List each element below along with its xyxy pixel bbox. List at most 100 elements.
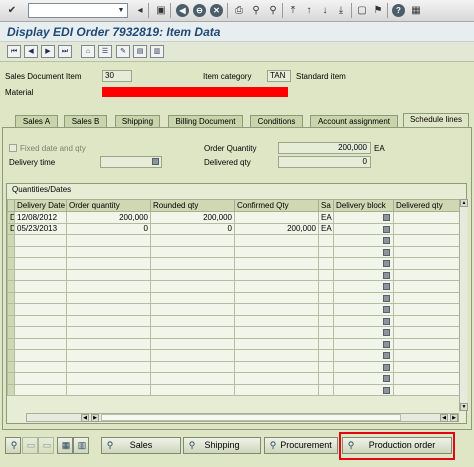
row-selector-cell[interactable] [7, 360, 15, 373]
rounded-qty-cell[interactable] [150, 268, 235, 281]
delivery-date-cell[interactable] [14, 337, 67, 350]
order-quantity-cell[interactable] [66, 383, 151, 396]
column-header-sales-unit[interactable]: Sa [318, 199, 334, 212]
confirmed-qty-cell[interactable]: 200,000 [234, 222, 319, 235]
table-row[interactable] [7, 257, 460, 270]
dropdown-icon[interactable] [383, 329, 390, 336]
sales-unit-cell[interactable] [318, 360, 334, 373]
row-selector-cell[interactable] [7, 349, 15, 362]
delivery-block-cell[interactable] [333, 303, 394, 316]
sales-button[interactable]: ⚲ Sales [101, 437, 181, 454]
select-all-rows-button[interactable]: ▦ [57, 437, 73, 454]
vertical-scrollbar[interactable]: ▲ ▼ [459, 199, 468, 411]
sales-unit-cell[interactable] [318, 257, 334, 270]
rounded-qty-cell[interactable] [150, 245, 235, 258]
row-selector-cell[interactable] [7, 314, 15, 327]
row-selector-cell[interactable] [7, 326, 15, 339]
column-header-rounded-qty[interactable]: Rounded qty [150, 199, 235, 212]
sales-unit-cell[interactable] [318, 372, 334, 385]
confirmed-qty-cell[interactable] [234, 314, 319, 327]
dropdown-icon[interactable] [383, 306, 390, 313]
confirmed-qty-cell[interactable] [234, 234, 319, 247]
table-row[interactable] [7, 303, 460, 316]
print-icon[interactable]: ⎙ [232, 3, 246, 18]
delivery-time-field[interactable] [100, 156, 162, 168]
delivery-date-cell[interactable]: 05/23/2013 [14, 222, 67, 235]
delivered-qty-cell[interactable] [393, 280, 460, 293]
order-quantity-cell[interactable] [66, 314, 151, 327]
delivery-date-cell[interactable] [14, 360, 67, 373]
confirmed-qty-cell[interactable] [234, 211, 319, 224]
table-row[interactable] [7, 234, 460, 247]
row-selector-cell[interactable] [7, 291, 15, 304]
previous-page-icon[interactable]: ↑ [302, 3, 316, 18]
sales-unit-cell[interactable] [318, 280, 334, 293]
select-all-icon[interactable]: ▥ [150, 45, 164, 58]
order-quantity-cell[interactable] [66, 257, 151, 270]
table-row[interactable] [7, 337, 460, 350]
row-selector-cell[interactable] [7, 383, 15, 396]
command-field[interactable]: ▼ [28, 3, 128, 18]
confirmed-qty-cell[interactable] [234, 257, 319, 270]
delivered-qty-cell[interactable] [393, 291, 460, 304]
sales-unit-cell[interactable] [318, 314, 334, 327]
order-quantity-cell[interactable]: 200,000 [66, 211, 151, 224]
delivery-block-cell[interactable] [333, 268, 394, 281]
tab-schedule-lines[interactable]: Schedule lines [403, 113, 469, 127]
delivery-block-cell[interactable] [333, 245, 394, 258]
delivery-date-cell[interactable] [14, 314, 67, 327]
tab-conditions[interactable]: Conditions [250, 115, 303, 127]
rounded-qty-cell[interactable] [150, 337, 235, 350]
sales-unit-cell[interactable] [318, 268, 334, 281]
previous-item-icon[interactable]: ◀ [24, 45, 38, 58]
confirmed-qty-cell[interactable] [234, 326, 319, 339]
table-row[interactable] [7, 383, 460, 396]
shortcut-icon[interactable]: ⚑ [371, 3, 385, 18]
sales-document-item-field[interactable]: 30 [102, 70, 132, 82]
column-header-confirmed-qty[interactable]: Confirmed Qty [234, 199, 319, 212]
enter-check-icon[interactable]: ✔ [5, 3, 19, 18]
delivery-date-cell[interactable] [14, 383, 67, 396]
table-row[interactable] [7, 280, 460, 293]
sales-unit-cell[interactable]: EA [318, 222, 334, 235]
delivered-qty-cell[interactable] [393, 372, 460, 385]
overview-icon[interactable]: ☰ [98, 45, 112, 58]
sales-unit-cell[interactable] [318, 349, 334, 362]
new-session-icon[interactable]: ▢ [355, 3, 369, 18]
rounded-qty-cell[interactable] [150, 314, 235, 327]
find-icon[interactable]: ⚲ [249, 3, 263, 18]
table-row[interactable] [7, 291, 460, 304]
delivery-date-cell[interactable] [14, 291, 67, 304]
table-row[interactable] [7, 372, 460, 385]
delivery-block-cell[interactable] [333, 280, 394, 293]
rounded-qty-cell[interactable]: 0 [150, 222, 235, 235]
dropdown-icon[interactable] [383, 317, 390, 325]
table-row[interactable] [7, 349, 460, 362]
rounded-qty-cell[interactable] [150, 280, 235, 293]
delivery-date-cell[interactable] [14, 303, 67, 316]
sales-unit-cell[interactable] [318, 326, 334, 339]
scroll-left-end-icon[interactable]: ◀ [440, 414, 448, 422]
delivery-block-cell[interactable] [333, 234, 394, 247]
dropdown-icon[interactable] [383, 237, 390, 244]
sales-unit-cell[interactable] [318, 291, 334, 304]
tab-billing-document[interactable]: Billing Document [168, 115, 243, 127]
dropdown-icon[interactable] [383, 363, 390, 371]
confirmed-qty-cell[interactable] [234, 280, 319, 293]
confirmed-qty-cell[interactable] [234, 383, 319, 396]
rounded-qty-cell[interactable] [150, 349, 235, 362]
delivered-qty-cell[interactable] [393, 303, 460, 316]
dropdown-icon[interactable] [383, 248, 390, 256]
tab-sales-b[interactable]: Sales B [64, 115, 107, 127]
layout-menu-icon[interactable]: ▦ [409, 3, 423, 18]
delivered-qty-cell[interactable] [393, 245, 460, 258]
delivered-qty-cell[interactable] [393, 314, 460, 327]
rounded-qty-cell[interactable] [150, 291, 235, 304]
order-quantity-cell[interactable] [66, 234, 151, 247]
dropdown-icon[interactable] [383, 352, 390, 359]
next-item-icon[interactable]: ▶ [41, 45, 55, 58]
rounded-qty-cell[interactable] [150, 303, 235, 316]
order-quantity-cell[interactable] [66, 303, 151, 316]
delivery-block-cell[interactable] [333, 349, 394, 362]
scroll-down-icon[interactable]: ▼ [460, 403, 468, 411]
